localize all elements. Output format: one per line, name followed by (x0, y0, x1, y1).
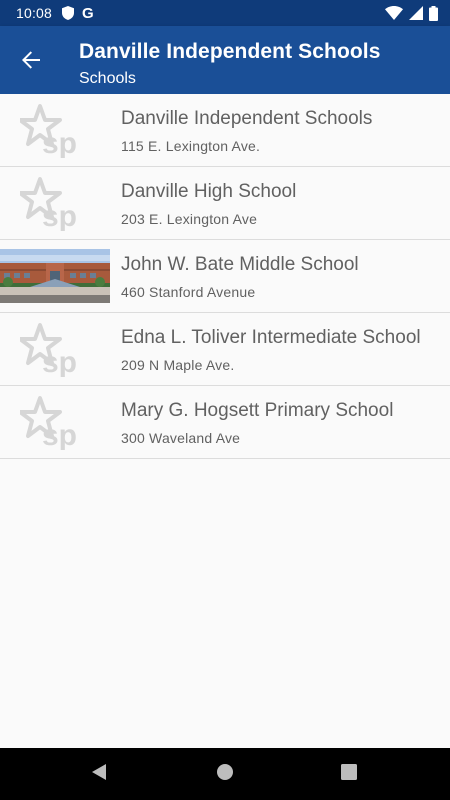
school-name: Danville High School (121, 181, 297, 202)
back-arrow-icon (21, 50, 41, 74)
back-triangle-icon (90, 763, 108, 785)
school-address: 460 Stanford Avenue (121, 284, 256, 300)
list-item[interactable]: sp Danville High School 203 E. Lexington… (0, 167, 450, 240)
school-name: John W. Bate Middle School (121, 254, 359, 275)
list-item[interactable]: John W. Bate Middle School 460 Stanford … (0, 240, 450, 313)
shield-icon (62, 6, 75, 20)
sp-logo-placeholder-icon: sp (0, 177, 110, 231)
app-bar: Danville Independent Schools Schools (0, 26, 450, 94)
school-address: 115 E. Lexington Ave. (121, 138, 261, 154)
school-address: 203 E. Lexington Ave (121, 211, 258, 227)
school-list: sp Danville Independent Schools 115 E. L… (0, 94, 450, 459)
school-building-photo (0, 249, 110, 303)
svg-text:sp: sp (42, 419, 77, 450)
sp-logo-placeholder-icon: sp (0, 396, 110, 450)
svg-text:sp: sp (42, 200, 77, 231)
sp-logo-placeholder-icon: sp (0, 323, 110, 377)
sp-logo-placeholder-icon: sp (0, 104, 110, 158)
google-g-icon: G (82, 4, 94, 22)
back-button[interactable] (14, 45, 48, 79)
list-item[interactable]: sp Mary G. Hogsett Primary School 300 Wa… (0, 386, 450, 459)
school-address: 209 N Maple Ave. (121, 357, 235, 373)
home-circle-icon (216, 763, 234, 785)
school-name: Danville Independent Schools (121, 108, 373, 129)
school-name: Edna L. Toliver Intermediate School (121, 327, 421, 348)
nav-home-button[interactable] (212, 761, 238, 787)
navigation-bar (0, 748, 450, 800)
school-address: 300 Waveland Ave (121, 430, 241, 446)
status-bar: 10:08 G (0, 0, 450, 26)
nav-back-button[interactable] (86, 761, 112, 787)
list-item[interactable]: sp Edna L. Toliver Intermediate School 2… (0, 313, 450, 386)
wifi-icon (385, 6, 403, 20)
svg-text:sp: sp (42, 127, 77, 158)
page-subtitle: Schools (79, 70, 136, 87)
svg-text:sp: sp (42, 346, 77, 377)
school-name: Mary G. Hogsett Primary School (121, 400, 394, 421)
page-title: Danville Independent Schools (79, 40, 381, 63)
status-time: 10:08 (16, 5, 53, 21)
recents-square-icon (340, 763, 358, 785)
battery-icon (429, 5, 438, 21)
list-item[interactable]: sp Danville Independent Schools 115 E. L… (0, 94, 450, 167)
status-left-icons: G (62, 6, 94, 21)
cell-signal-icon (409, 6, 423, 20)
nav-recents-button[interactable] (336, 761, 362, 787)
status-right-icons (385, 5, 438, 21)
